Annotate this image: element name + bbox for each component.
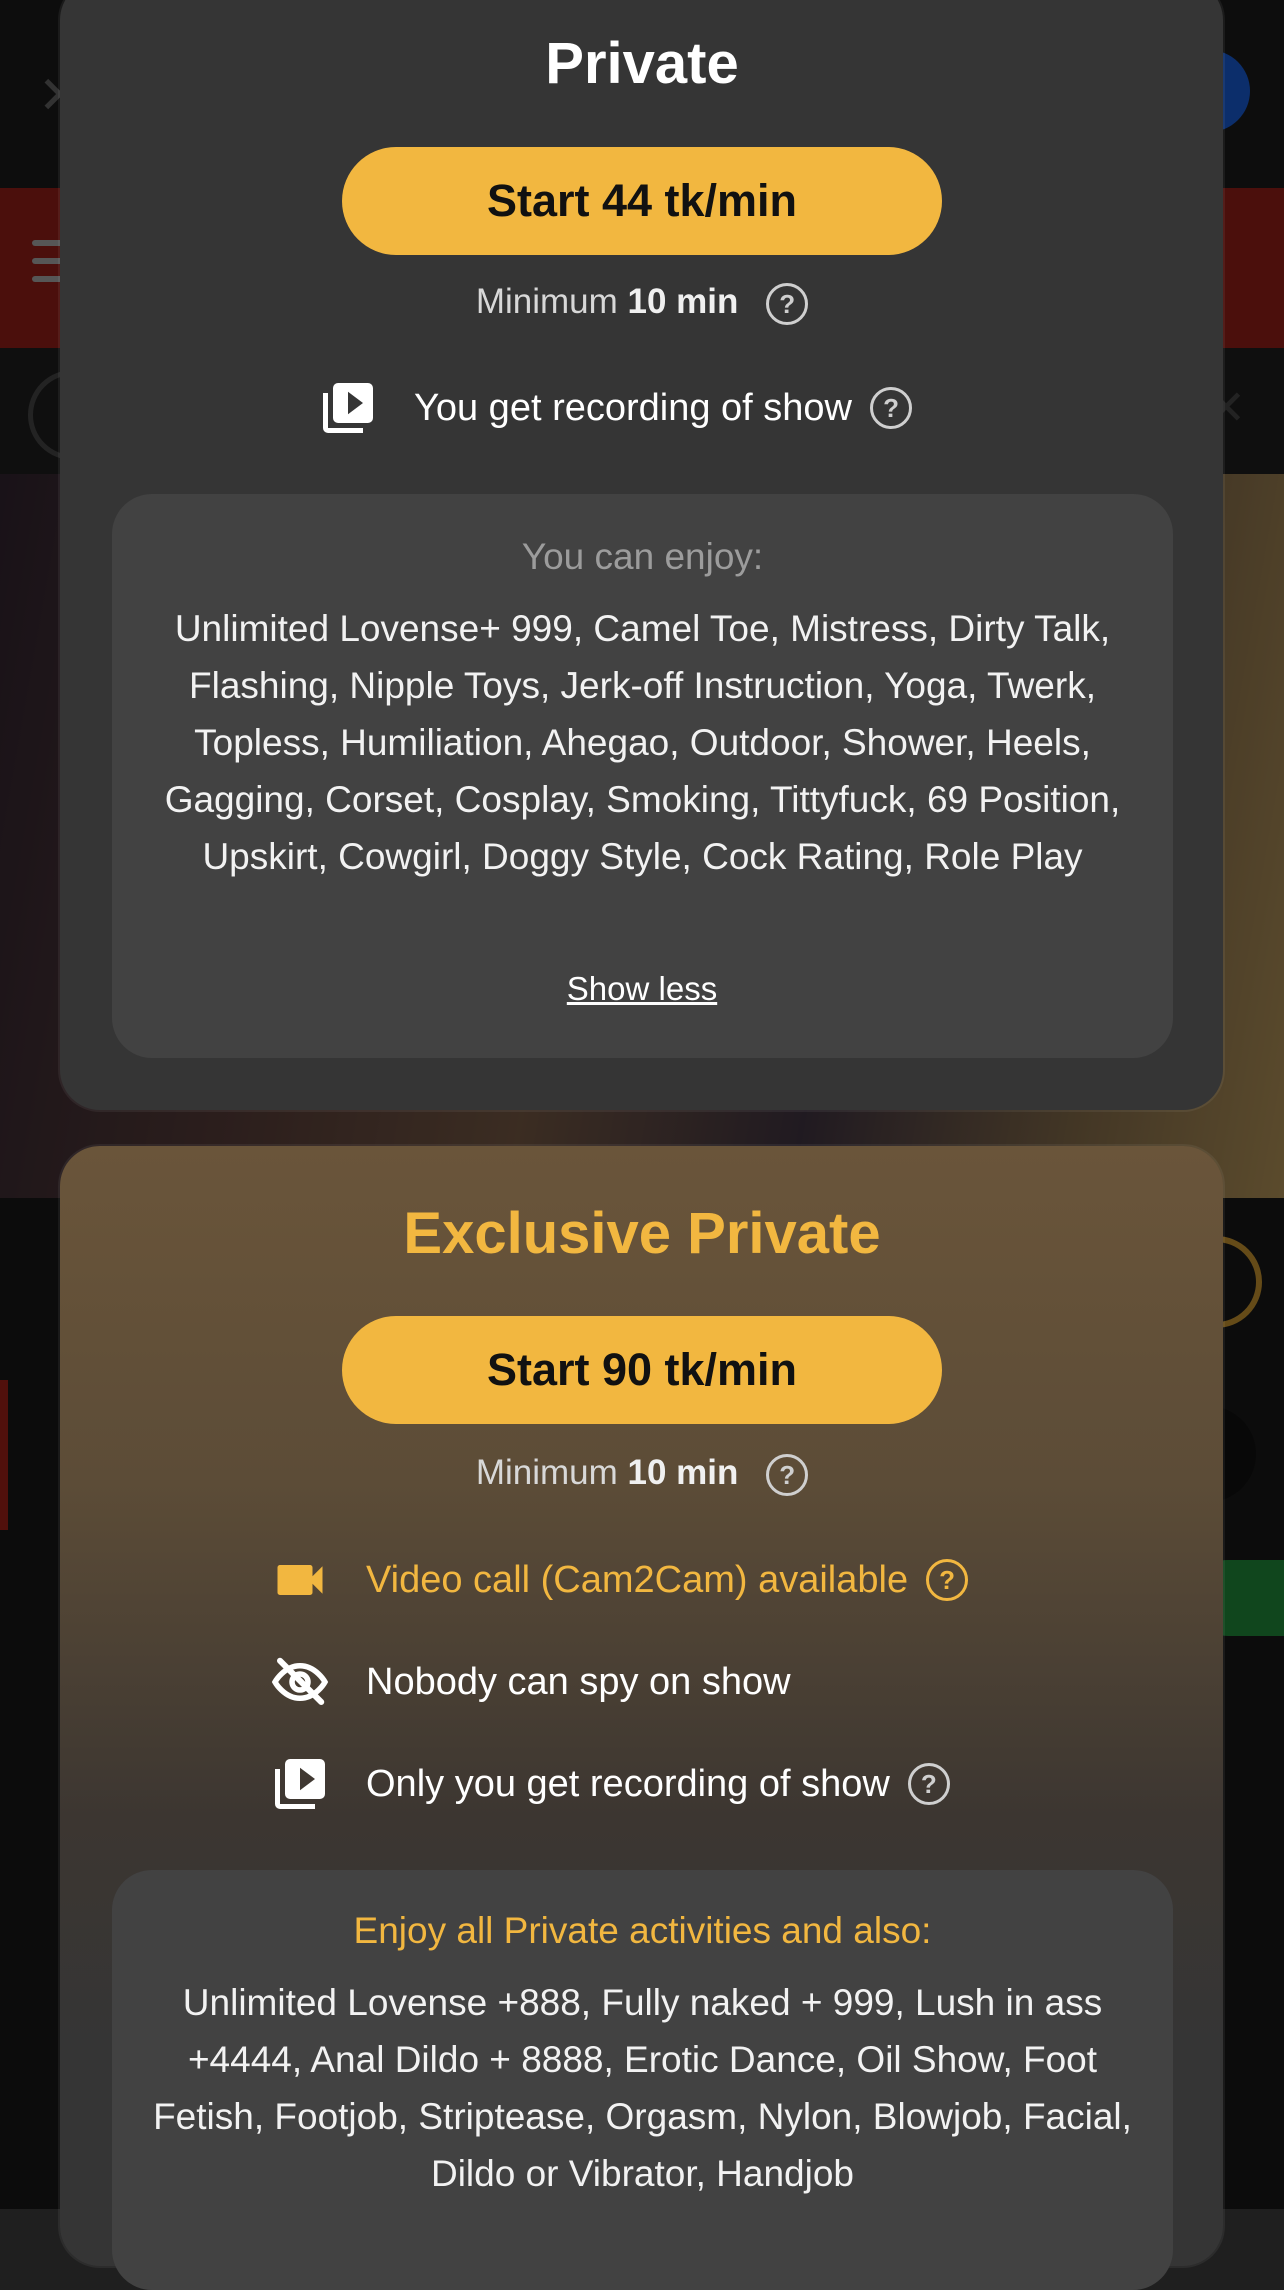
videocam-icon (277, 1565, 323, 1595)
exclusive-activities-title: Enjoy all Private activities and also: (353, 1910, 932, 1951)
exclusive-minimum-label: Minimum (475, 1453, 618, 1492)
private-minimum: Minimum 10 min ? (0, 282, 1284, 325)
exclusive-no-spy-feature: Nobody can spy on show (270, 1652, 791, 1712)
private-activities-list: Unlimited Lovense+ 999, Camel Toe, Mistr… (164, 608, 1121, 877)
exclusive-recording-text: Only you get recording of show (366, 1762, 890, 1805)
exclusive-recording-help-icon[interactable]: ? (907, 1763, 950, 1805)
show-less-link[interactable]: Show less (0, 970, 1284, 1008)
private-title: Private (545, 31, 739, 96)
video-library-icon (275, 1759, 325, 1809)
private-recording-text: You get recording of show (414, 386, 853, 429)
private-minimum-help-icon[interactable]: ? (766, 282, 809, 325)
exclusive-activities-list: Unlimited Lovense +888, Fully naked + 99… (153, 1982, 1132, 2194)
exclusive-minimum-help-icon[interactable]: ? (766, 1453, 809, 1496)
show-less-label[interactable]: Show less (567, 970, 717, 1007)
private-activities-title: You can enjoy: (521, 536, 764, 577)
eye-off-icon (271, 1657, 329, 1705)
start-private-button[interactable]: Start 44 tk/min (342, 147, 942, 255)
exclusive-cam2cam-text: Video call (Cam2Cam) available (366, 1558, 909, 1601)
exclusive-no-spy-text: Nobody can spy on show (366, 1660, 791, 1703)
private-recording-feature: You get recording of show ? (318, 378, 913, 438)
private-minimum-value: 10 min (627, 282, 739, 321)
private-recording-help-icon[interactable]: ? (870, 387, 913, 429)
exclusive-cam2cam-help-icon[interactable]: ? (926, 1559, 969, 1601)
private-minimum-label: Minimum (475, 282, 618, 321)
exclusive-minimum-value: 10 min (627, 1453, 739, 1492)
exclusive-cam2cam-feature: Video call (Cam2Cam) available ? (270, 1550, 969, 1610)
video-library-icon (323, 383, 373, 433)
start-exclusive-button[interactable]: Start 90 tk/min (342, 1316, 942, 1424)
exclusive-title: Exclusive Private (403, 1201, 881, 1266)
exclusive-recording-feature: Only you get recording of show ? (270, 1754, 950, 1814)
exclusive-minimum: Minimum 10 min ? (0, 1453, 1284, 1496)
